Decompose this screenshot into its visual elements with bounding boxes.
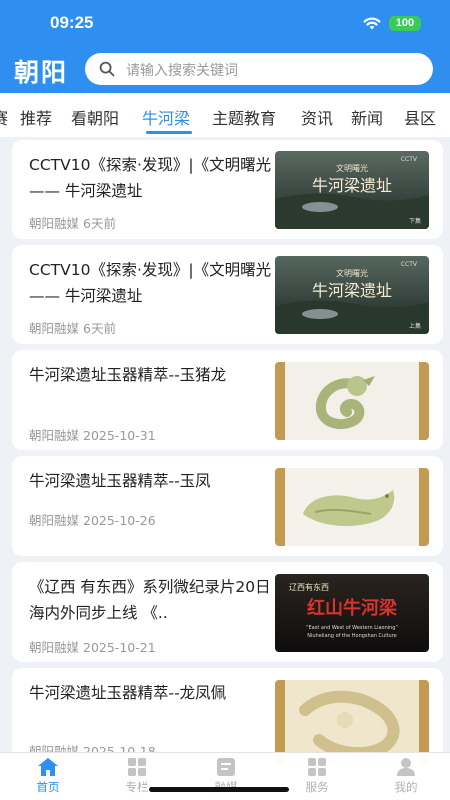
search-input[interactable]: 请输入搜索关键词 [85, 53, 433, 85]
article-meta: 朝阳融媒 6天前 [29, 318, 116, 337]
active-tab-indicator [146, 131, 192, 134]
search-icon [99, 61, 115, 77]
thumb-tag: 上集 [409, 322, 421, 330]
article-date: 2025-10-26 [83, 513, 156, 528]
article-thumbnail: 辽西有东西 红山牛河梁 “East and West of Western Li… [275, 574, 429, 652]
battery-indicator: 100 [389, 16, 421, 31]
home-indicator [149, 787, 289, 792]
article-thumbnail: CCTV 文明曙光 牛河梁遗址 上集 [275, 256, 429, 334]
thumb-heading: 文明曙光 [336, 163, 368, 173]
app-logo: 朝阳 [14, 58, 69, 87]
thumb-logo: CCTV [401, 261, 418, 268]
tab-theme-education[interactable]: 主题教育 [212, 105, 276, 129]
nav-home[interactable]: 首页 [18, 757, 78, 795]
article-source: 朝阳融媒 [29, 640, 80, 655]
bottom-tab-bar: 首页 专栏 融媒 服务 我的 [0, 752, 450, 800]
tab-kan-chaoyang[interactable]: 看朝阳 [71, 105, 119, 129]
tab-partial[interactable]: 赛 [0, 105, 8, 129]
tab-news[interactable]: 新闻 [351, 105, 383, 129]
article-thumbnail: CCTV 文明曙光 牛河梁遗址 下集 [275, 151, 429, 229]
home-icon [38, 758, 58, 776]
wifi-icon [363, 17, 381, 30]
tab-info[interactable]: 资讯 [301, 105, 333, 129]
profile-icon [397, 758, 415, 776]
article-title: 《辽西 有东西》系列微纪录片20日海内外同步上线 《.. [29, 578, 271, 622]
article-card[interactable]: CCTV10《探索·发现》|《文明曙光 —— 牛河梁遗址 朝阳融媒 6天前 CC… [12, 245, 443, 344]
category-tabs: 赛 推荐 看朝阳 牛河梁 主题教育 资讯 新闻 县区 [0, 93, 450, 137]
article-meta: 朝阳融媒 6天前 [29, 213, 116, 232]
article-thumbnail [275, 362, 429, 440]
article-thumbnail [275, 468, 429, 546]
status-time: 09:25 [50, 13, 94, 32]
article-card[interactable]: CCTV10《探索·发现》|《文明曙光 —— 牛河梁遗址 朝阳融媒 6天前 CC… [12, 140, 443, 239]
nav-home-label: 首页 [36, 780, 60, 794]
article-title: CCTV10《探索·发现》|《文明曙光 —— 牛河梁遗址 [29, 156, 272, 200]
tab-county[interactable]: 县区 [404, 105, 436, 129]
article-title: CCTV10《探索·发现》|《文明曙光 —— 牛河梁遗址 [29, 261, 272, 305]
article-meta: 朝阳融媒 2025-10-31 [29, 425, 156, 444]
nav-service[interactable]: 服务 [287, 757, 347, 795]
article-title: 牛河梁遗址玉器精萃--玉凤 [29, 472, 211, 490]
search-placeholder: 请输入搜索关键词 [126, 63, 238, 79]
article-card[interactable]: 《辽西 有东西》系列微纪录片20日海内外同步上线 《.. 朝阳融媒 2025-1… [12, 562, 443, 662]
article-title: 牛河梁遗址玉器精萃--龙凤佩 [29, 684, 227, 702]
article-date: 6天前 [83, 216, 116, 231]
article-title: 牛河梁遗址玉器精萃--玉猪龙 [29, 366, 227, 384]
nav-profile-label: 我的 [394, 780, 418, 794]
article-source: 朝阳融媒 [29, 428, 80, 443]
article-date: 2025-10-31 [83, 428, 156, 443]
tab-recommend[interactable]: 推荐 [20, 105, 52, 129]
nav-profile[interactable]: 我的 [376, 757, 436, 795]
article-date: 2025-10-21 [83, 640, 156, 655]
status-bar: 09:25 100 [0, 0, 450, 46]
thumb-heading: 文明曙光 [336, 268, 368, 278]
thumb-subtitle: Niuheliang of the Hongshan Culture [307, 633, 396, 639]
article-source: 朝阳融媒 [29, 513, 80, 528]
article-source: 朝阳融媒 [29, 321, 80, 336]
column-icon [128, 758, 146, 776]
article-meta: 朝阳融媒 2025-10-21 [29, 637, 156, 656]
thumb-caption: 红山牛河梁 [307, 597, 398, 619]
tab-niuheliang[interactable]: 牛河梁 [142, 105, 190, 129]
thumb-tag: 下集 [409, 217, 421, 225]
thumb-subtitle: “East and West of Western Liaoning” [306, 625, 399, 631]
article-card[interactable]: 牛河梁遗址玉器精萃--玉凤 朝阳融媒 2025-10-26 [12, 456, 443, 556]
media-icon [217, 758, 235, 776]
thumb-logo: CCTV [401, 156, 418, 163]
article-source: 朝阳融媒 [29, 216, 80, 231]
article-meta: 朝阳融媒 2025-10-26 [29, 510, 156, 529]
article-card[interactable]: 牛河梁遗址玉器精萃--玉猪龙 朝阳融媒 2025-10-31 [12, 350, 443, 450]
service-icon [308, 758, 326, 776]
nav-service-label: 服务 [305, 780, 329, 794]
thumb-heading: 辽西有东西 [289, 582, 329, 592]
article-date: 6天前 [83, 321, 116, 336]
thumb-caption: 牛河梁遗址 [312, 176, 392, 195]
thumb-caption: 牛河梁遗址 [312, 281, 392, 300]
